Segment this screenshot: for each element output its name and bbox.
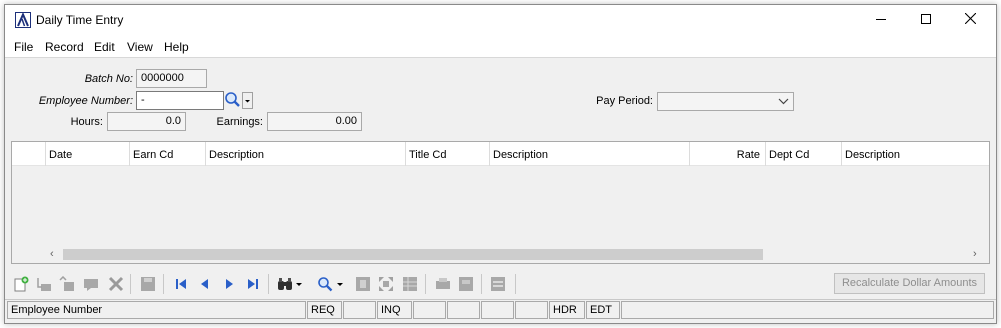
first-record-icon[interactable] (173, 276, 189, 292)
window-title: Daily Time Entry (36, 13, 124, 27)
magnifier-icon (224, 92, 241, 111)
menu-bar: File Record Edit View Help (5, 35, 996, 58)
hours-label: Hours: (70, 116, 103, 128)
status-inq: INQ (377, 301, 412, 319)
lookup-magnifier-icon[interactable] (317, 276, 333, 292)
maximize-button[interactable] (903, 5, 948, 35)
scrollbar-thumb[interactable] (63, 249, 763, 260)
menu-edit[interactable]: Edit (94, 40, 115, 54)
status-req: REQ (307, 301, 342, 319)
status-empty-1 (343, 301, 376, 319)
employee-lookup-button[interactable] (224, 91, 241, 109)
column-dept-cd[interactable]: Dept Cd (765, 142, 841, 166)
column-title-description[interactable]: Description (489, 142, 689, 166)
title-bar: Daily Time Entry (5, 5, 996, 35)
status-empty-3 (447, 301, 480, 319)
chevron-down-icon[interactable] (336, 276, 344, 292)
toolbar-separator (515, 274, 516, 294)
column-earn-cd[interactable]: Earn Cd (129, 142, 205, 166)
scroll-right-icon[interactable]: › (973, 248, 977, 260)
next-record-icon[interactable] (221, 276, 237, 292)
column-dept-description[interactable]: Description (841, 142, 989, 166)
insert-above-icon[interactable] (59, 275, 75, 292)
hours-field: 0.0 (107, 112, 186, 131)
toolbar-separator (163, 274, 164, 294)
column-date[interactable]: Date (45, 142, 129, 166)
recalculate-dollar-amounts-button[interactable]: Recalculate Dollar Amounts (834, 273, 985, 294)
status-empty-4 (481, 301, 514, 319)
batch-no-label: Batch No: (84, 73, 133, 85)
toolbar-separator (268, 274, 269, 294)
toolbar: Recalculate Dollar Amounts (5, 270, 996, 298)
grid-view-icon[interactable] (355, 276, 371, 292)
previous-record-icon[interactable] (197, 276, 213, 292)
status-empty-5 (515, 301, 548, 319)
chevron-down-icon (243, 97, 252, 111)
find-binoculars-icon[interactable] (277, 276, 293, 292)
accounting-logo-icon (15, 12, 31, 28)
pay-period-select[interactable] (657, 92, 794, 111)
earnings-field: 0.00 (267, 112, 362, 131)
print-preview-icon[interactable] (458, 276, 474, 292)
earnings-label: Earnings: (216, 116, 263, 128)
status-hdr: HDR (549, 301, 585, 319)
chevron-down-icon (778, 96, 789, 110)
insert-row-icon[interactable] (36, 276, 52, 292)
column-rate[interactable]: Rate (689, 142, 765, 166)
menu-file[interactable]: File (14, 40, 33, 54)
scroll-left-icon[interactable]: ‹ (50, 248, 54, 260)
table-icon[interactable] (402, 276, 418, 292)
toolbar-separator (481, 274, 482, 294)
new-record-icon[interactable] (13, 276, 29, 292)
status-message (621, 301, 994, 319)
batch-no-field[interactable]: 0000000 (136, 69, 207, 88)
status-edt: EDT (586, 301, 620, 319)
toolbar-separator (425, 274, 426, 294)
column-title-cd[interactable]: Title Cd (405, 142, 489, 166)
menu-help[interactable]: Help (164, 40, 189, 54)
minimize-icon (875, 13, 886, 27)
comment-icon[interactable] (83, 276, 99, 292)
employee-number-field[interactable]: - (136, 91, 224, 110)
horizontal-scrollbar[interactable]: ‹ › (12, 246, 989, 263)
save-icon[interactable] (140, 276, 156, 292)
status-bar: Employee Number REQ INQ HDR EDT (5, 299, 996, 319)
options-icon[interactable] (490, 276, 506, 292)
employee-number-label: Employee Number: (38, 95, 133, 107)
daily-time-entry-window: Daily Time Entry File Record Edit View H… (4, 4, 997, 324)
expand-icon[interactable] (378, 276, 394, 292)
status-field-name: Employee Number (7, 301, 306, 319)
close-button[interactable] (948, 5, 993, 35)
grid-header: Date Earn Cd Description Title Cd Descri… (12, 142, 989, 166)
last-record-icon[interactable] (245, 276, 261, 292)
menu-record[interactable]: Record (45, 40, 84, 54)
delete-icon[interactable] (108, 276, 124, 292)
chevron-down-icon[interactable] (295, 276, 303, 292)
status-empty-2 (413, 301, 446, 319)
minimize-button[interactable] (858, 5, 903, 35)
maximize-icon (920, 13, 931, 27)
time-entry-grid[interactable]: Date Earn Cd Description Title Cd Descri… (11, 141, 990, 264)
pay-period-label: Pay Period: (596, 95, 653, 107)
menu-view[interactable]: View (127, 40, 153, 54)
close-icon (964, 12, 977, 27)
column-description[interactable]: Description (205, 142, 405, 166)
employee-dropdown-button[interactable] (242, 92, 253, 109)
toolbar-separator (130, 274, 131, 294)
print-icon[interactable] (435, 276, 451, 292)
